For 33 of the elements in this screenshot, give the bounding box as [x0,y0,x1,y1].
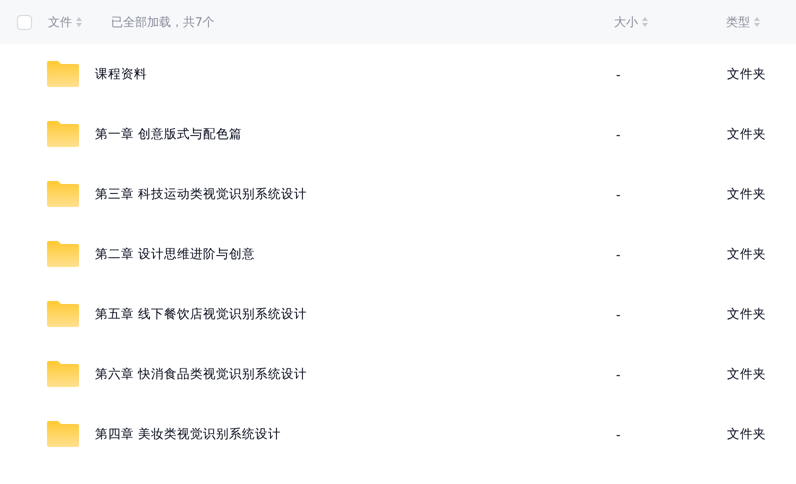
sort-icon[interactable] [642,17,648,27]
size-cell-text: - [615,306,622,322]
folder-name[interactable]: 课程资料 [79,66,615,82]
folder-name[interactable]: 第五章 线下餐饮店视觉识别系统设计 [79,306,615,322]
size-cell-text: - [615,426,622,442]
size-cell-text: - [615,66,622,82]
sort-icon[interactable] [754,17,760,27]
folder-name[interactable]: 第一章 创意版式与配色篇 [79,126,615,142]
folder-icon [47,121,79,147]
type-cell: 文件夹 [727,306,766,322]
size-cell-text: - [615,246,622,262]
folder-name[interactable]: 第三章 科技运动类视觉识别系统设计 [79,186,615,202]
folder-icon [47,421,79,447]
type-cell: 文件夹 [727,246,766,262]
load-status-text: 已全部加载，共7个 [111,14,215,30]
folder-icon [47,301,79,327]
folder-name[interactable]: 第二章 设计思维进阶与创意 [79,246,615,262]
type-cell: 文件夹 [727,366,766,382]
folder-name[interactable]: 第六章 快消食品类视觉识别系统设计 [79,366,615,382]
type-cell: 文件夹 [727,126,766,142]
folder-icon [47,361,79,387]
sort-icon[interactable] [76,17,82,27]
size-cell-text: - [615,366,622,382]
type-cell: 文件夹 [727,426,766,442]
size-cell-text: - [615,186,622,202]
type-cell: 文件夹 [727,186,766,202]
folder-icon [47,181,79,207]
size-cell-text: - [615,126,622,142]
type-cell: 文件夹 [727,66,766,82]
folder-name[interactable]: 第四章 美妆类视觉识别系统设计 [79,426,615,442]
select-all-checkbox[interactable] [17,14,32,30]
folder-icon [47,61,79,87]
folder-icon [47,241,79,267]
